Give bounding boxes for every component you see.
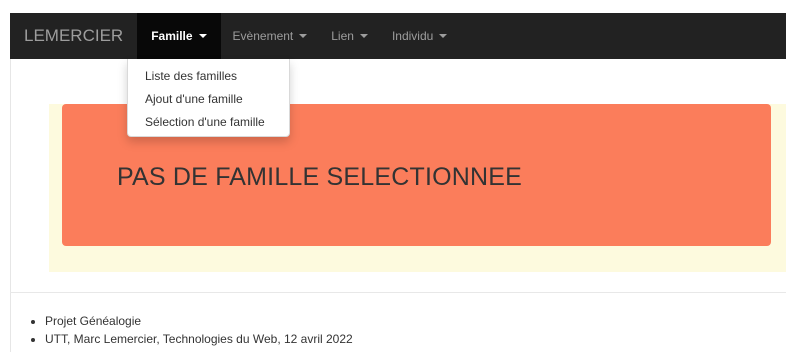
nav-famille-dropdown[interactable]: Famille [137, 13, 221, 59]
page: LEMERCIER Famille Evènement Lien Individ… [0, 0, 786, 352]
nav-individu-dropdown[interactable]: Individu [380, 13, 459, 59]
menu-item-ajout-famille[interactable]: Ajout d'une famille [128, 88, 289, 111]
caret-down-icon [198, 34, 207, 38]
caret-down-icon [439, 34, 448, 38]
nav-lien-label: Lien [331, 29, 354, 43]
menu-item-selection-famille[interactable]: Sélection d'une famille [128, 111, 289, 134]
caret-down-icon [359, 34, 368, 38]
navbar: LEMERCIER Famille Evènement Lien Individ… [10, 13, 786, 59]
nav-famille-label: Famille [151, 29, 193, 43]
content-left-border [10, 59, 11, 352]
footer-list: Projet Généalogie UTT, Marc Lemercier, T… [28, 312, 353, 348]
alert-message: PAS DE FAMILLE SELECTIONNEE [117, 163, 523, 191]
divider [10, 292, 786, 293]
caret-down-icon [299, 34, 308, 38]
brand-link[interactable]: LEMERCIER [10, 13, 137, 59]
famille-dropdown-menu: Liste des familles Ajout d'une famille S… [127, 59, 290, 137]
nav-lien-dropdown[interactable]: Lien [319, 13, 380, 59]
nav-evenement-label: Evènement [232, 29, 294, 43]
nav-evenement-dropdown[interactable]: Evènement [221, 13, 320, 59]
footer-item-credits: UTT, Marc Lemercier, Technologies du Web… [45, 330, 353, 348]
nav-individu-label: Individu [391, 29, 434, 43]
footer-item-project: Projet Généalogie [45, 312, 353, 330]
menu-item-liste-familles[interactable]: Liste des familles [128, 65, 289, 88]
